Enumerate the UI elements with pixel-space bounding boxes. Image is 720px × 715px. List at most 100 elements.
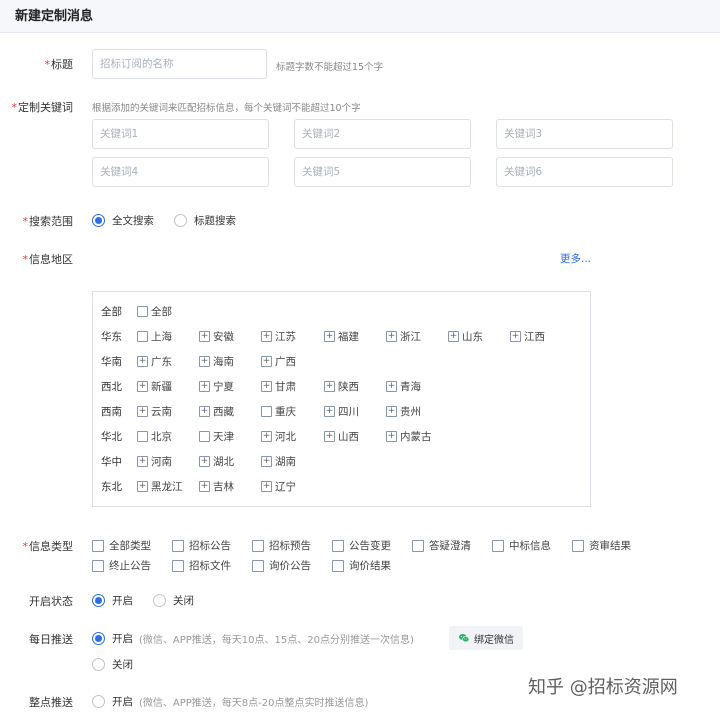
checkbox-icon [137,431,148,442]
daily-push-on-radio[interactable]: 开启 (微信、APP推送，每天10点、15点、20点分别推送一次信息) [92,631,414,646]
region-option[interactable]: + 广西 [261,354,296,369]
info-type-label: 公告变更 [349,540,391,552]
info-type-checkbox[interactable]: 全部类型 [92,538,151,553]
radio-checked-icon [92,632,105,645]
region-option[interactable]: + 山东 [448,329,483,344]
info-type-checkbox[interactable]: 中标信息 [492,538,551,553]
region-option[interactable]: + 河南 [137,454,172,469]
open-status-on-radio[interactable]: 开启 [92,593,133,608]
region-option[interactable]: + 内蒙古 [386,429,432,444]
bind-wechat-button[interactable]: 绑定微信 [449,626,523,650]
info-type-checkbox[interactable]: 招标预告 [252,538,311,553]
keyword-input-2[interactable] [294,119,471,149]
region-option[interactable]: 重庆 [261,404,296,419]
region-option[interactable]: + 辽宁 [261,479,296,494]
region-option[interactable]: + 宁夏 [199,379,234,394]
checkbox-icon [412,539,424,552]
title-input[interactable] [92,49,267,79]
region-option[interactable]: + 甘肃 [261,379,296,394]
hourly-push-on-radio[interactable]: 开启 (微信、APP推送，每天8点-20点整点实时推送信息) [92,694,368,709]
region-option[interactable]: + 安徽 [199,329,234,344]
region-option[interactable]: + 福建 [324,329,359,344]
region-more-link[interactable]: 更多... [560,251,591,266]
region-option[interactable]: + 贵州 [386,404,421,419]
region-option-label: 北京 [151,431,172,443]
region-option-label: 江苏 [275,331,296,343]
region-option[interactable]: + 陕西 [324,379,359,394]
region-option-label: 辽宁 [275,481,296,493]
region-group-label: 华东 [101,331,122,343]
keyword-input-1[interactable] [92,119,269,149]
region-option[interactable]: + 吉林 [199,479,234,494]
plus-square-icon: + [137,356,148,367]
info-type-checkbox[interactable]: 招标文件 [172,558,231,573]
region-group-label: 华北 [101,431,122,443]
info-type-checkbox[interactable]: 终止公告 [92,558,151,573]
radio-checked-icon [92,214,105,227]
info-type-checkbox[interactable]: 答疑澄清 [412,538,471,553]
region-option-label: 西藏 [213,406,234,418]
region-option-label: 浙江 [400,331,421,343]
region-option[interactable]: + 广东 [137,354,172,369]
region-option[interactable]: 全部 [137,304,172,319]
info-type-checkbox[interactable]: 询价公告 [252,558,311,573]
info-type-label: 答疑澄清 [429,540,471,552]
region-option[interactable]: + 浙江 [386,329,421,344]
checkbox-icon [332,539,344,552]
daily-push-off-radio[interactable]: 关闭 [92,657,133,672]
region-option-label: 云南 [151,406,172,418]
checkbox-icon [92,539,104,552]
region-option-label: 天津 [213,431,234,443]
region-group-label: 华中 [101,456,122,468]
checkbox-icon [172,539,184,552]
watermark: 知乎 @招标资源网 [528,677,678,698]
region-option-label: 湖北 [213,456,234,468]
region-option[interactable]: + 黑龙江 [137,479,183,494]
plus-square-icon: + [199,381,210,392]
search-scope-fulltext-radio[interactable]: 全文搜索 [92,213,154,228]
region-group-label: 西南 [101,406,122,418]
info-type-label: 询价结果 [349,560,391,572]
region-option[interactable]: + 湖北 [199,454,234,469]
region-option[interactable]: + 海南 [199,354,234,369]
region-option-label: 上海 [151,331,172,343]
daily-push-label: 每日推送 [29,633,73,646]
info-type-label: 询价公告 [269,560,311,572]
search-scope-title-radio[interactable]: 标题搜索 [174,213,236,228]
open-status-off-radio[interactable]: 关闭 [153,593,194,608]
hourly-push-label: 整点推送 [29,696,73,709]
region-option[interactable]: + 河北 [261,429,296,444]
info-type-checkbox[interactable]: 资审结果 [572,538,631,553]
region-option-label: 内蒙古 [400,431,432,443]
region-option[interactable]: + 西藏 [199,404,234,419]
region-option[interactable]: 天津 [199,429,234,444]
plus-square-icon: + [199,481,210,492]
region-option[interactable]: + 四川 [324,404,359,419]
region-option[interactable]: + 云南 [137,404,172,419]
plus-square-icon: + [324,406,335,417]
keyword-input-6[interactable] [496,157,673,187]
region-option[interactable]: + 新疆 [137,379,172,394]
region-option-label: 全部 [151,306,172,318]
radio-checked-icon [92,594,105,607]
info-type-checkbox[interactable]: 询价结果 [332,558,391,573]
region-option[interactable]: + 青海 [386,379,421,394]
info-type-checkbox[interactable]: 公告变更 [332,538,391,553]
info-type-checkbox[interactable]: 招标公告 [172,538,231,553]
region-option-label: 贵州 [400,406,421,418]
region-option[interactable]: + 江西 [510,329,545,344]
region-option[interactable]: + 山西 [324,429,359,444]
keyword-input-3[interactable] [496,119,673,149]
keyword-input-5[interactable] [294,157,471,187]
open-status-label: 开启状态 [29,595,73,608]
plus-square-icon: + [261,456,272,467]
region-option[interactable]: + 江苏 [261,329,296,344]
keyword-input-4[interactable] [92,157,269,187]
region-option[interactable]: 北京 [137,429,172,444]
region-option[interactable]: + 湖南 [261,454,296,469]
radio-unchecked-icon [174,214,187,227]
region-group-label: 华南 [101,356,122,368]
region-option[interactable]: 上海 [137,329,172,344]
plus-square-icon: + [137,381,148,392]
plus-square-icon: + [448,331,459,342]
